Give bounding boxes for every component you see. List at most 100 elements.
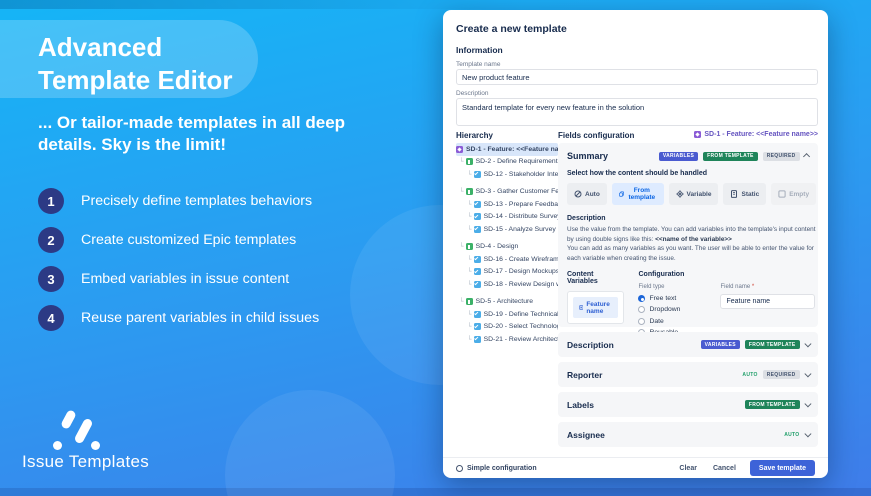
decor-circle (225, 390, 395, 496)
tree-item-label: SD-3 - Gather Customer Feedb... (475, 188, 558, 196)
tree-connector (467, 336, 472, 343)
feature-item: 3 Embed variables in issue content (38, 266, 319, 292)
field-name-label: Field name * (720, 284, 755, 291)
section-reporter[interactable]: Reporter AUTO REQUIRED (558, 362, 818, 387)
tree-item[interactable]: SD-2 - Define Requirements (456, 156, 558, 169)
option-description-heading: Description (567, 215, 606, 222)
option-variable[interactable]: Variable (668, 183, 719, 205)
tree-item[interactable]: SD-5 - Architecture (456, 296, 558, 309)
chevron-up-icon[interactable] (802, 153, 810, 160)
copy-icon (619, 191, 624, 197)
description-input[interactable]: Standard template for every new feature … (456, 98, 818, 126)
tree-item[interactable]: SD-12 - Stakeholder Intervi... (456, 168, 558, 181)
tree-item[interactable]: SD-3 - Gather Customer Feedb... (456, 186, 558, 199)
auto-circle-slash-icon (574, 190, 582, 198)
tree-connector (467, 256, 472, 263)
section-assignee[interactable]: Assignee AUTO (558, 422, 818, 447)
fields-configuration-heading: Fields configuration (558, 131, 635, 140)
radio-free-text[interactable]: Free text (638, 294, 710, 302)
tree-item-label: SD-15 - Analyze Survey Res... (483, 225, 558, 233)
tree-item[interactable]: SD-17 - Design Mockups (456, 266, 558, 279)
chevron-down-icon[interactable] (804, 430, 811, 437)
variables-badge: VARIABLES (658, 151, 699, 161)
feature-text: Reuse parent variables in child issues (81, 310, 320, 326)
chevron-down-icon[interactable] (804, 370, 811, 377)
tree-item-label: SD-17 - Design Mockups (483, 268, 558, 276)
tree-connector (467, 201, 472, 208)
chevron-down-icon[interactable] (804, 400, 811, 407)
section-description[interactable]: Description VARIABLES FROM TEMPLATE (558, 332, 818, 357)
section-title: Description (567, 339, 614, 350)
auto-badge: AUTO (784, 431, 800, 438)
option-from-template[interactable]: From template (611, 183, 664, 205)
radio-dropdown[interactable]: Dropdown (638, 306, 710, 314)
save-template-button[interactable]: Save template (749, 460, 815, 476)
tree-item[interactable]: SD-4 - Design (456, 241, 558, 254)
option-auto[interactable]: Auto (567, 183, 607, 205)
tree-item[interactable]: SD-21 - Review Architectur... (456, 333, 558, 346)
tree-item-label: SD-12 - Stakeholder Intervi... (483, 170, 558, 178)
radio-date[interactable]: Date (638, 317, 710, 325)
tree-item-label: SD-18 - Review Design with ... (483, 280, 558, 288)
issue-type-icon (473, 323, 481, 331)
issue-type-icon (473, 170, 481, 178)
feature-list: 1 Precisely define templates behaviors 2… (38, 188, 319, 344)
top-shade-band (0, 0, 871, 9)
tree-item[interactable]: SD-16 - Create Wireframes (456, 253, 558, 266)
issue-type-icon (465, 243, 473, 251)
feature-number-badge: 3 (38, 266, 64, 292)
cancel-button[interactable]: Cancel (713, 465, 736, 472)
tree-item[interactable]: SD-19 - Define Technical Sp... (456, 308, 558, 321)
chevron-down-icon[interactable] (804, 340, 811, 347)
description-text-bold: <<name of the variable>> (655, 235, 732, 243)
dialog-title: Create a new template (456, 23, 567, 35)
feature-number-badge: 1 (38, 188, 64, 214)
summary-section: Summary VARIABLES FROM TEMPLATE REQUIRED… (558, 143, 818, 348)
feature-item: 4 Reuse parent variables in child issues (38, 305, 319, 331)
option-static[interactable]: Static (723, 183, 767, 205)
tree-item[interactable]: SD-1 - Feature: <<Feature name... (456, 143, 558, 156)
tree-item[interactable]: SD-18 - Review Design with ... (456, 278, 558, 291)
field-type-label: Field type (638, 284, 665, 291)
auto-badge: AUTO (742, 371, 758, 378)
required-badge: REQUIRED (762, 151, 800, 161)
tree-item[interactable]: SD-20 - Select Technology S... (456, 321, 558, 334)
tree-item[interactable]: SD-14 - Distribute Survey (456, 211, 558, 224)
section-title: Reporter (567, 369, 603, 380)
page-title-line1: Advanced (38, 32, 163, 62)
template-name-input[interactable] (456, 69, 818, 85)
context-issue-label: SD-1 - Feature: <<Feature name>> (704, 131, 818, 138)
simple-configuration-toggle[interactable]: Simple configuration (456, 464, 537, 472)
description-label: Description (456, 90, 489, 97)
simple-configuration-label: Simple configuration (467, 464, 537, 472)
issue-type-icon (473, 310, 481, 318)
issue-type-icon (473, 225, 481, 233)
template-name-label: Template name (456, 61, 501, 68)
tree-item-label: SD-1 - Feature: <<Feature name... (466, 145, 558, 153)
tree-connector (467, 268, 472, 275)
tree-connector (467, 311, 472, 318)
tree-connector (459, 158, 464, 165)
description-text-part2: You can add as many variables as you wan… (567, 245, 814, 262)
option-label: Static (741, 190, 760, 198)
content-variables-box: Feature name (567, 291, 625, 325)
variable-icon (579, 305, 584, 311)
tree-connector (459, 188, 464, 195)
variable-chip[interactable]: Feature name (573, 297, 619, 319)
tree-item-label: SD-14 - Distribute Survey (483, 213, 558, 221)
radio-label: Dropdown (649, 306, 681, 314)
tree-item[interactable]: SD-15 - Analyze Survey Res... (456, 223, 558, 236)
tree-connector (459, 298, 464, 305)
summary-badges: VARIABLES FROM TEMPLATE REQUIRED (658, 151, 810, 161)
section-labels[interactable]: Labels FROM TEMPLATE (558, 392, 818, 417)
tree-connector (459, 243, 464, 250)
brand-name: Issue Templates (22, 452, 150, 471)
tree-item[interactable]: SD-13 - Prepare Feedback S... (456, 198, 558, 211)
field-name-input[interactable] (720, 294, 816, 310)
tree-item-label: SD-20 - Select Technology S... (483, 323, 558, 331)
clear-button[interactable]: Clear (679, 465, 697, 472)
page-title-line2: Template Editor (38, 64, 233, 95)
document-icon (731, 190, 738, 198)
option-empty[interactable]: Empty (771, 183, 817, 205)
required-asterisk: * (751, 284, 755, 291)
